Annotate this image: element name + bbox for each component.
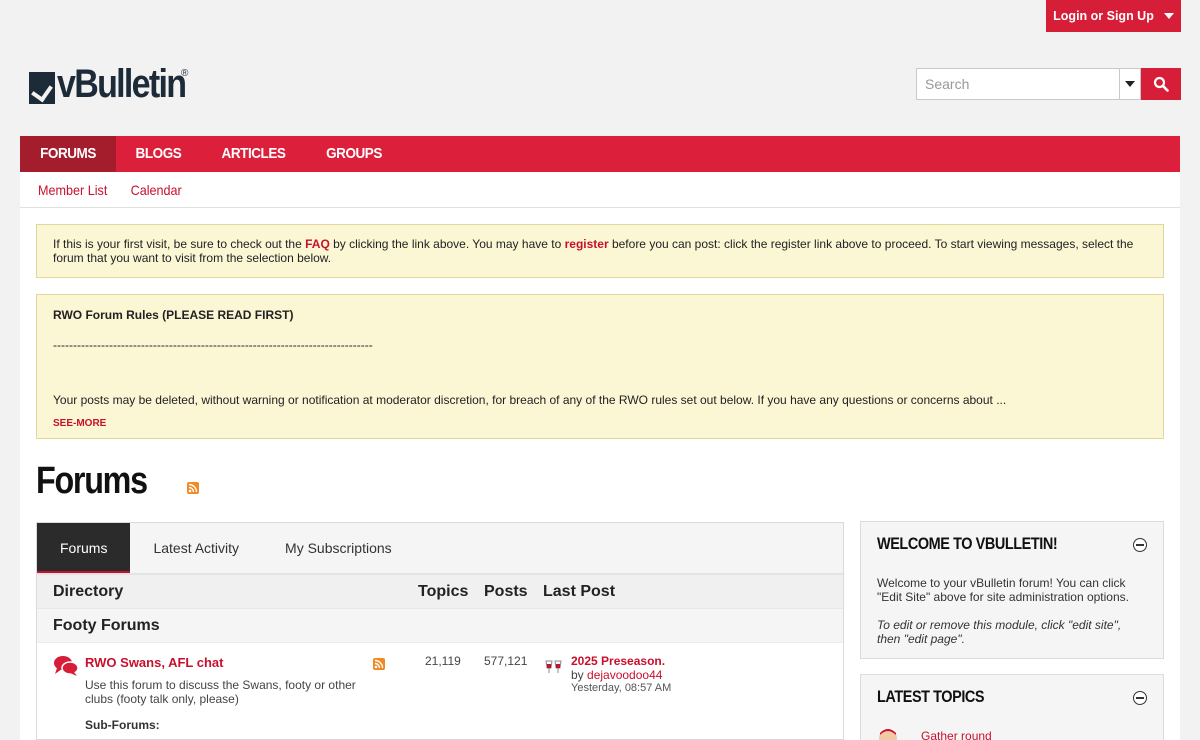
nav-item-articles[interactable]: ARTICLES [206,136,301,172]
search-bar [916,68,1181,100]
welcome-module: WELCOME TO VBULLETIN! Welcome to your vB… [860,521,1164,659]
subnav-item-calendar[interactable]: Calendar [127,182,191,198]
see-more-link[interactable]: SEE-MORE [53,417,1147,431]
welcome-module-hint: To edit or remove this module, click "ed… [877,618,1122,646]
forum-description: Use this forum to discuss the Swans, foo… [85,678,356,706]
nav-item-blogs[interactable]: BLOGS [120,136,196,172]
forum-post-count: 577,121 [484,654,528,668]
sub-nav: Member List Calendar [20,172,1180,208]
column-header-topics: Topics [418,582,469,600]
search-input[interactable] [916,68,1119,100]
search-options-dropdown[interactable] [1119,68,1141,100]
search-icon [1153,76,1169,92]
column-header-directory: Directory [53,582,124,600]
login-signup-label: Login or Sign Up [1053,9,1154,23]
rules-divider: ----------------------------------------… [53,338,373,352]
table-header: Directory Topics Posts Last Post [37,575,843,609]
column-header-last-post: Last Post [543,582,616,600]
welcome-module-title: WELCOME TO VBULLETIN! [877,534,1058,553]
last-post-user-link[interactable]: dejavoodoo44 [587,668,662,682]
nav-item-groups[interactable]: GROUPS [311,136,397,172]
forum-rules-notice: RWO Forum Rules (PLEASE READ FIRST) ----… [36,294,1164,439]
forum-row: RWO Swans, AFL chat Use this forum to di… [37,643,843,740]
last-post-time: Yesterday, 08:57 AM [571,682,672,694]
faq-link[interactable]: FAQ [305,237,330,251]
latest-topics-title: LATEST TOPICS [877,687,985,706]
chevron-down-icon [1125,81,1135,87]
column-header-posts: Posts [484,582,528,600]
login-signup-button[interactable]: Login or Sign Up [1046,0,1181,32]
forum-tabs-panel: Forums Latest Activity My Subscriptions … [36,522,844,740]
top-bar: Login or Sign Up [0,0,1200,32]
tab-latest-activity[interactable]: Latest Activity [130,523,262,573]
first-visit-notice: If this is your first visit, be sure to … [36,224,1164,278]
nav-item-label: FORUMS [40,145,96,162]
tab-my-subscriptions[interactable]: My Subscriptions [262,523,415,573]
logo-text: vBulletin [57,62,187,106]
welcome-module-text: Welcome to your vBulletin forum! You can… [877,576,1129,604]
latest-topics-module: LATEST TOPICS Gather round [860,674,1164,740]
page-title: Forums [36,460,148,502]
forum-title-link[interactable]: RWO Swans, AFL chat [85,655,223,670]
search-button[interactable] [1141,68,1181,100]
collapse-icon[interactable] [1133,691,1147,705]
chat-bubbles-icon [54,656,79,676]
nav-item-forums[interactable]: FORUMS [20,136,116,172]
site-logo[interactable]: vBulletin ® [29,60,208,104]
notice-text: If this is your first visit, be sure to … [53,237,306,251]
logo-registered-mark: ® [181,68,189,79]
user-avatar-icon[interactable] [544,658,564,674]
collapse-icon[interactable] [1133,538,1147,552]
rss-icon[interactable] [187,482,199,494]
chevron-down-icon [1163,13,1174,19]
forum-topic-count: 21,119 [425,654,461,668]
main-nav: FORUMS BLOGS ARTICLES GROUPS [20,136,1180,172]
last-post-by-prefix: by [571,668,588,682]
tab-forums[interactable]: Forums [37,523,131,573]
sub-forums-label: Sub-Forums: [85,718,160,732]
last-post-author: by dejavoodoo44 [571,668,662,682]
rules-title: RWO Forum Rules (PLEASE READ FIRST) [53,308,294,322]
last-post-title-link[interactable]: 2025 Preseason. [571,654,665,668]
rss-icon[interactable] [373,658,385,670]
tab-bar: Forums Latest Activity My Subscriptions [37,523,843,575]
register-link[interactable]: register [565,237,609,251]
category-header[interactable]: Footy Forums [37,609,843,643]
notice-text: by clicking the link above. You may have… [329,237,565,251]
user-avatar-icon[interactable] [877,727,899,740]
rules-body: Your posts may be deleted, without warni… [53,393,1007,407]
vbulletin-logo-icon [29,72,55,104]
latest-topic-link[interactable]: Gather round [921,729,992,740]
subnav-item-member-list[interactable]: Member List [20,182,116,198]
